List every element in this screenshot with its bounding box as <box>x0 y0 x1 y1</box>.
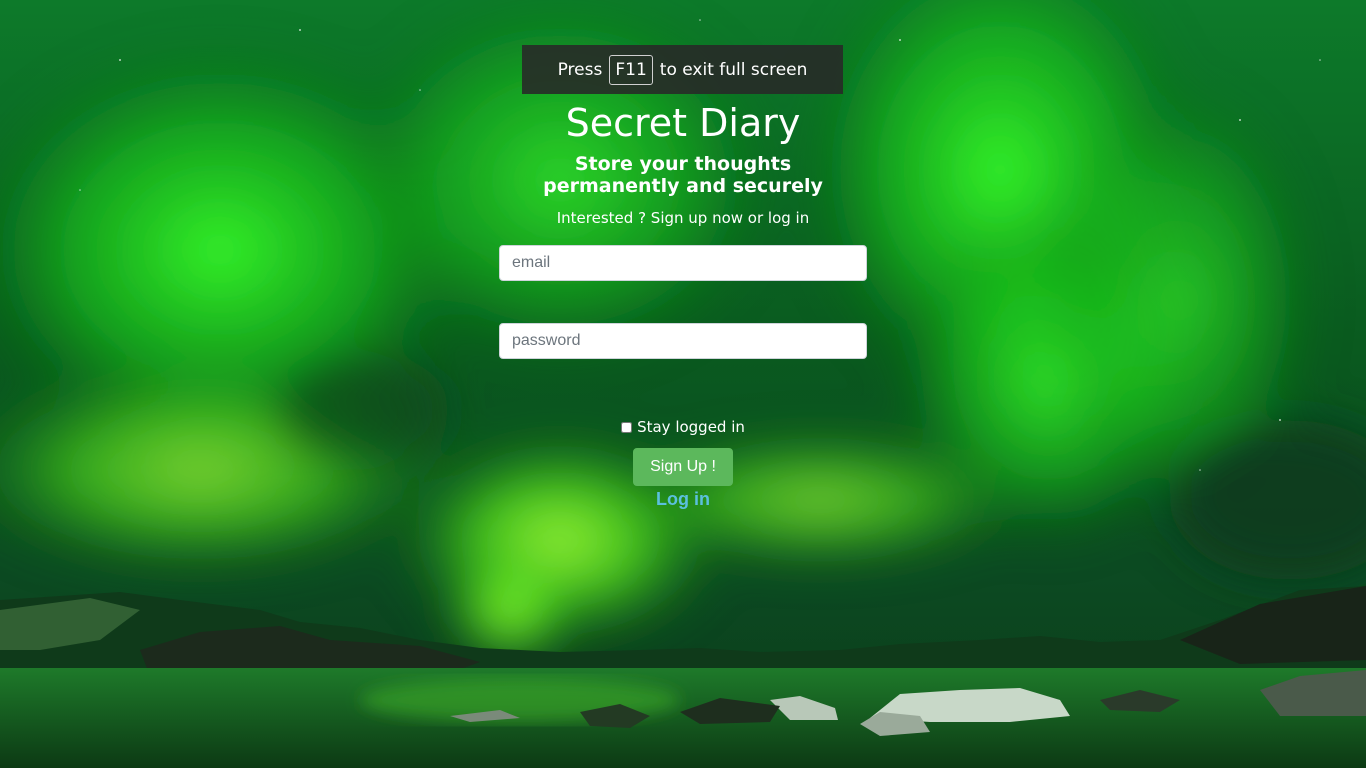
stay-logged-in-label: Stay logged in <box>637 418 745 436</box>
fullscreen-notice: Press F11 to exit full screen <box>522 45 843 94</box>
signup-button[interactable]: Sign Up ! <box>633 448 733 486</box>
page-subtitle: Store your thoughts permanently and secu… <box>543 153 823 197</box>
login-link[interactable]: Log in <box>483 489 883 510</box>
signup-panel: Secret Diary Store your thoughts permane… <box>483 96 883 509</box>
page-title: Secret Diary <box>565 101 801 145</box>
fullscreen-notice-prefix: Press <box>557 59 603 80</box>
stay-logged-in-row[interactable]: Stay logged in <box>483 418 883 436</box>
f11-key-badge: F11 <box>609 54 653 85</box>
stay-logged-in-checkbox[interactable] <box>621 421 633 433</box>
fullscreen-notice-suffix: to exit full screen <box>659 59 808 80</box>
password-field[interactable] <box>499 323 867 359</box>
signup-hint: Interested ? Sign up now or log in <box>556 209 810 227</box>
email-field[interactable] <box>499 245 867 281</box>
